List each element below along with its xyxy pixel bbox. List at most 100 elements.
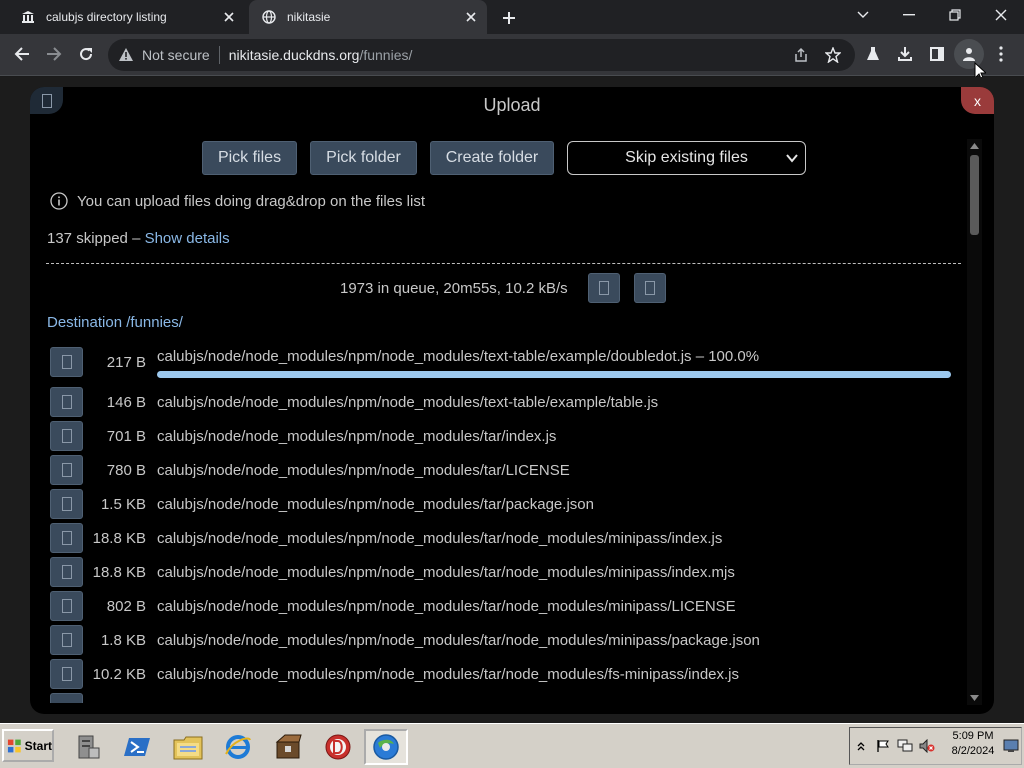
show-details-link[interactable]: Show details: [145, 230, 230, 247]
pick-folder-button[interactable]: Pick folder: [310, 141, 417, 175]
clock-time: 5:09 PM: [952, 730, 994, 742]
address-bar[interactable]: Not secure nikitasie.duckdns.org /funnie…: [108, 39, 855, 71]
file-row: 802 B calubjs/node/node_modules/npm/node…: [30, 591, 960, 623]
tab-directory-listing[interactable]: calubjs directory listing: [8, 0, 245, 34]
remove-file-button[interactable]: [50, 421, 83, 451]
square-glyph-icon: [645, 281, 655, 295]
file-name: calubjs/node/node_modules/npm/node_modul…: [157, 496, 594, 513]
hint-text: You can upload files doing drag&drop on …: [77, 192, 426, 210]
square-glyph-icon: [61, 599, 72, 613]
skipped-text: 137 skipped –: [47, 230, 145, 247]
start-label: Start: [24, 738, 52, 753]
volume-muted-icon[interactable]: [916, 736, 938, 756]
remove-file-button[interactable]: [50, 523, 83, 553]
tab-close-icon[interactable]: [221, 9, 237, 25]
file-explorer-icon[interactable]: [166, 729, 210, 765]
download-icon[interactable]: [890, 39, 920, 69]
chrome-taskbar-icon[interactable]: [364, 729, 408, 765]
scroll-down-icon[interactable]: [969, 693, 980, 703]
archive-app-icon[interactable]: [266, 729, 310, 765]
remove-file-button[interactable]: [50, 659, 83, 689]
file-name: calubjs/node/node_modules/npm/node_modul…: [157, 530, 723, 547]
clock[interactable]: 5:09 PM 8/2/2024: [940, 729, 1006, 759]
reload-button[interactable]: [71, 39, 101, 69]
new-tab-button[interactable]: [498, 7, 520, 29]
file-name: calubjs/node/node_modules/npm/node_modul…: [157, 666, 740, 683]
remove-file-button[interactable]: [50, 591, 83, 621]
chevron-up-icon[interactable]: [850, 736, 872, 756]
square-glyph-icon: [599, 281, 609, 295]
windows-flag-icon: [7, 739, 21, 752]
file-row: 18.8 KB calubjs/node/node_modules/npm/no…: [30, 557, 960, 589]
file-size: 217 B: [106, 354, 146, 371]
forward-button[interactable]: [39, 39, 69, 69]
vertical-scrollbar[interactable]: [967, 139, 982, 705]
server-manager-icon[interactable]: [66, 729, 110, 765]
minimize-button[interactable]: [886, 0, 932, 30]
remove-file-button[interactable]: [50, 625, 83, 655]
scroll-up-icon[interactable]: [969, 141, 980, 151]
side-panel-icon[interactable]: [922, 39, 952, 69]
square-glyph-icon: [61, 633, 72, 647]
tab-title: nikitasie: [287, 10, 331, 24]
file-name: calubjs/node/node_modules/npm/node_modul…: [157, 428, 557, 445]
file-row: 1.8 KB calubjs/node/node_modules/npm/nod…: [30, 625, 960, 657]
file-row: 146 B calubjs/node/node_modules/npm/node…: [30, 387, 960, 419]
queue-text: 1973 in queue, 20m55s, 10.2 kB/s: [340, 280, 568, 297]
tab-title: calubjs directory listing: [46, 10, 167, 24]
d-app-icon[interactable]: [316, 729, 360, 765]
info-icon: [50, 192, 68, 210]
tab-close-icon[interactable]: [463, 9, 479, 25]
start-button[interactable]: Start: [2, 729, 54, 762]
existing-files-select[interactable]: Skip existing files: [567, 141, 806, 175]
remove-file-button[interactable]: [50, 693, 83, 703]
share-icon[interactable]: [791, 45, 811, 65]
warning-icon[interactable]: [118, 47, 134, 63]
file-size: 701 B: [106, 428, 146, 445]
tab-nikitasie[interactable]: nikitasie: [249, 0, 487, 34]
remove-file-button[interactable]: [50, 387, 83, 417]
clock-date: 8/2/2024: [951, 745, 995, 757]
divider: [46, 263, 961, 264]
file-name: calubjs/node/node_modules/npm/node_modul…: [157, 598, 736, 615]
restore-button[interactable]: [932, 0, 978, 30]
network-icon[interactable]: [894, 736, 916, 756]
powershell-icon[interactable]: [116, 729, 160, 765]
url-host: nikitasie.duckdns.org: [228, 47, 360, 63]
remove-file-button[interactable]: [50, 489, 83, 519]
file-row: 10.2 KB calubjs/node/node_modules/npm/no…: [30, 659, 960, 691]
file-row: 217 B calubjs/node/node_modules/npm/node…: [30, 347, 960, 379]
square-glyph-icon: [61, 355, 72, 369]
close-window-button[interactable]: [978, 0, 1024, 30]
upload-dialog: x Upload Pick files Pick folder Create f…: [30, 87, 994, 714]
internet-explorer-icon[interactable]: [216, 729, 260, 765]
action-center-flag-icon[interactable]: [872, 736, 894, 756]
scrollbar-thumb[interactable]: [970, 155, 979, 235]
remove-file-button[interactable]: [50, 455, 83, 485]
bookmark-star-icon[interactable]: [823, 45, 843, 65]
square-glyph-icon: [61, 531, 72, 545]
back-button[interactable]: [7, 39, 37, 69]
remove-file-button[interactable]: [50, 347, 83, 377]
file-row-partial: [30, 693, 960, 703]
file-size: 10.2 KB: [92, 666, 146, 683]
file-name: calubjs/node/node_modules/npm/node_modul…: [157, 394, 659, 411]
file-row: 701 B calubjs/node/node_modules/npm/node…: [30, 421, 960, 453]
select-value: Skip existing files: [625, 149, 748, 166]
pick-files-button[interactable]: Pick files: [202, 141, 297, 175]
labs-flask-icon[interactable]: [858, 39, 888, 69]
bank-icon: [20, 9, 36, 25]
tab-search-icon[interactable]: [840, 0, 886, 30]
create-folder-button[interactable]: Create folder: [430, 141, 554, 175]
destination-label: Destination /funnies/: [47, 314, 183, 331]
clear-queue-button[interactable]: [634, 273, 666, 303]
file-name: calubjs/node/node_modules/npm/node_modul…: [157, 348, 760, 365]
file-size: 146 B: [106, 394, 146, 411]
menu-kebab-icon[interactable]: [986, 39, 1016, 69]
file-row: 1.5 KB calubjs/node/node_modules/npm/nod…: [30, 489, 960, 521]
pause-queue-button[interactable]: [588, 273, 620, 303]
square-glyph-icon: [61, 497, 72, 511]
page-content: x Upload Pick files Pick folder Create f…: [0, 77, 1024, 723]
remove-file-button[interactable]: [50, 557, 83, 587]
tab-strip: calubjs directory listing nikitasie: [0, 0, 1024, 34]
